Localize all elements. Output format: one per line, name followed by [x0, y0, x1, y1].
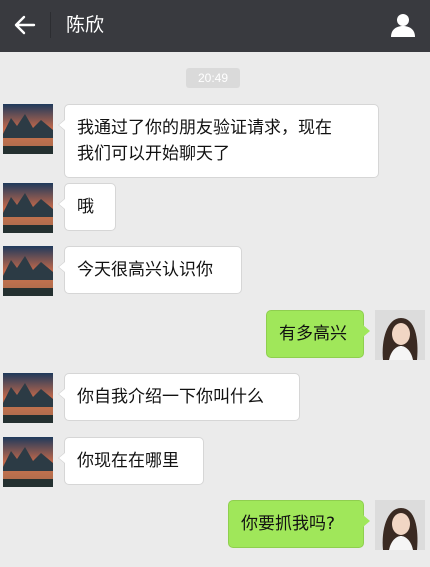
contact-avatar[interactable]: [3, 373, 53, 423]
outgoing-message[interactable]: 有多高兴: [266, 310, 370, 358]
contact-avatar[interactable]: [3, 183, 53, 233]
message-text-line: 我通过了你的朋友验证请求，现在: [77, 118, 332, 138]
user-avatar[interactable]: [375, 500, 425, 550]
incoming-message[interactable]: 你现在在哪里: [58, 437, 204, 485]
outgoing-message[interactable]: 你要抓我吗?: [228, 500, 370, 548]
contact-avatar[interactable]: [3, 246, 53, 296]
incoming-message[interactable]: 哦: [58, 183, 116, 231]
back-arrow-icon: [14, 15, 36, 35]
chat-header: 陈欣: [0, 0, 430, 52]
contact-info-button[interactable]: [388, 10, 418, 40]
contact-avatar[interactable]: [3, 437, 53, 487]
back-button[interactable]: [10, 10, 40, 40]
chat-title: 陈欣: [66, 14, 105, 36]
message-timestamp: 20:49: [186, 68, 240, 88]
message-text-line: 我们可以开始聊天了: [77, 144, 230, 164]
incoming-message[interactable]: 今天很高兴认识你: [58, 246, 242, 294]
header-divider: [50, 12, 51, 38]
incoming-message[interactable]: 我通过了你的朋友验证请求，现在 我们可以开始聊天了: [58, 104, 379, 178]
person-icon: [391, 14, 415, 37]
user-avatar[interactable]: [375, 310, 425, 360]
contact-avatar[interactable]: [3, 104, 53, 154]
incoming-message[interactable]: 你自我介绍一下你叫什么: [58, 373, 300, 421]
